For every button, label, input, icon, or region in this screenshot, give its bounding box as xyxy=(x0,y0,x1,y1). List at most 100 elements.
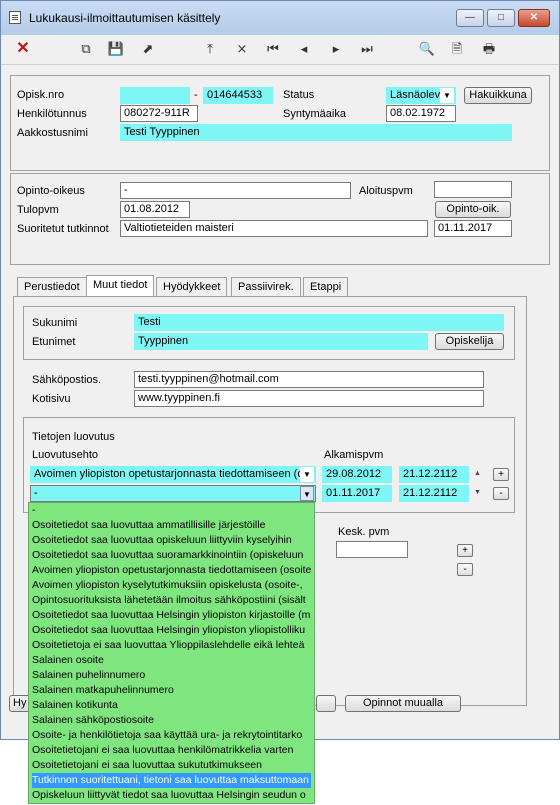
dropdown-option[interactable]: Avoimen yliopiston kyselytutkimuksiin op… xyxy=(32,578,314,593)
suoritetut-date-field[interactable]: 01.11.2017 xyxy=(434,220,512,237)
dropdown-option[interactable]: Osoitetietojani ei saa luovuttaa sukutut… xyxy=(32,758,314,773)
sukunimi-field[interactable]: Testi xyxy=(134,314,504,331)
opinto-oikeus-field[interactable]: - xyxy=(120,182,351,199)
aakkostusnimi-label: Aakkostusnimi xyxy=(17,127,88,139)
tab-perustiedot[interactable]: Perustiedot xyxy=(17,277,87,296)
opisknro-prefix-field[interactable] xyxy=(120,87,190,104)
dropdown-option[interactable]: Avoimen yliopiston opetustarjonnasta tie… xyxy=(32,563,314,578)
luovutusehto-value-2: - xyxy=(34,487,38,499)
status-value: Läsnäolev xyxy=(390,89,441,101)
dropdown-option[interactable]: Opiskeluun liittyvät tiedot saa luovutta… xyxy=(32,788,314,803)
kesk-pvm-label: Kesk. pvm xyxy=(338,526,390,538)
opisknro-field[interactable]: 014644533 xyxy=(203,87,273,104)
dropdown-option[interactable]: Osoitetiedot saa luovuttaa suoramarkkino… xyxy=(32,548,314,563)
dropdown-option[interactable]: Salainen osoite xyxy=(32,653,314,668)
scroll-up-icon[interactable]: ▲ xyxy=(474,470,481,477)
lower-add-button[interactable]: + xyxy=(457,544,473,557)
luovutusehto-select-2[interactable]: - xyxy=(30,485,316,502)
tab-hyodykkeet[interactable]: Hyödykkeet xyxy=(156,277,228,296)
dropdown-option[interactable]: Osoitetietoja ei saa luovuttaa Ylioppila… xyxy=(32,638,314,653)
opinto-oik-button[interactable]: Opinto-oik. xyxy=(435,201,511,218)
add-row-button[interactable]: + xyxy=(493,468,509,481)
print-icon[interactable]: 🖶 xyxy=(480,40,498,58)
save-icon[interactable]: 💾 xyxy=(107,40,125,58)
tab-etappi[interactable]: Etappi xyxy=(303,277,349,296)
paattymispvm-field-2[interactable]: 21.12.2112 xyxy=(399,485,469,502)
etunimet-field[interactable]: Tyyppinen xyxy=(134,333,428,350)
dropdown-option[interactable]: Osoitetiedot saa luovuttaa Helsingin yli… xyxy=(32,608,314,623)
dropdown-option[interactable]: Opintosuorituksista lähetetään ilmoitus … xyxy=(32,593,314,608)
lower-remove-button[interactable]: - xyxy=(457,563,473,576)
search-icon[interactable]: 🔍 xyxy=(418,40,436,58)
suoritetut-tutkinnot-field[interactable]: Valtiotieteiden maisteri xyxy=(120,220,428,237)
dropdown-option[interactable]: Salainen puhelinnumero xyxy=(32,668,314,683)
luovutusehto-dropdown-icon-2[interactable]: ▼ xyxy=(300,486,314,501)
luovutusehto-column-header: Luovutusehto xyxy=(32,449,99,461)
nav-delete-icon[interactable]: ⨯ xyxy=(233,40,251,58)
luovutusehto-value-1: Avoimen yliopiston opetustarjonnasta tie… xyxy=(34,468,304,480)
scroll-down-icon[interactable]: ▼ xyxy=(474,489,481,496)
copy-icon[interactable]: ⧉ xyxy=(77,40,95,58)
aloituspvm-label: Aloituspvm xyxy=(359,185,413,197)
hakuikkuna-button[interactable]: Hakuikkuna xyxy=(464,87,532,104)
tab-muut-tiedot[interactable]: Muut tiedot xyxy=(86,275,155,297)
alkamispvm-field-2[interactable]: 01.11.2017 xyxy=(322,485,392,502)
dropdown-option-selected[interactable]: Tutkinnon suoritettuani, tietoni saa luo… xyxy=(32,773,314,788)
dropdown-option[interactable]: Salainen kotikunta xyxy=(32,698,314,713)
nav-last-icon[interactable]: ⏭ xyxy=(358,40,376,58)
dropdown-option[interactable]: Salainen matkapuhelinnumero xyxy=(32,683,314,698)
maximize-button[interactable]: □ xyxy=(487,9,515,27)
email-field[interactable]: testi.tyyppinen@hotmail.com xyxy=(134,371,484,388)
status-label: Status xyxy=(283,89,315,101)
dropdown-option[interactable]: Osoitetiedot saa luovuttaa ammatillisill… xyxy=(32,518,314,533)
window-title: Lukukausi-ilmoittautumisen käsittely xyxy=(29,11,221,25)
henkilotunnus-field[interactable]: 080272-911R xyxy=(120,105,198,122)
close-x-icon[interactable]: ✕ xyxy=(14,40,32,58)
opinto-oikeus-label: Opinto-oikeus xyxy=(17,185,85,197)
documents-icon[interactable]: 🗎 xyxy=(448,40,466,58)
dropdown-option[interactable]: Osoitetiedot saa luovuttaa Helsingin yli… xyxy=(32,623,314,638)
homepage-label: Kotisivu xyxy=(32,393,71,405)
opinnot-muualla-button[interactable]: Opinnot muualla xyxy=(345,695,461,712)
luovutusehto-dropdown-list: - Osoitetiedot saa luovuttaa ammatillisi… xyxy=(28,502,315,804)
dropdown-option[interactable]: Salainen sähköpostiosoite xyxy=(32,713,314,728)
nav-prev-icon[interactable]: ◂ xyxy=(295,40,313,58)
minimize-button[interactable]: — xyxy=(456,9,484,27)
email-label: Sähköpostios. xyxy=(32,374,102,386)
syntymaaika-label: Syntymäaika xyxy=(283,108,346,120)
kesk-pvm-field[interactable] xyxy=(336,541,408,558)
hidden-button[interactable] xyxy=(316,695,336,712)
tulopvm-field[interactable]: 01.08.2012 xyxy=(120,201,190,218)
export-icon[interactable]: ⬈ xyxy=(139,40,157,58)
dropdown-option[interactable]: - xyxy=(32,503,314,518)
alkamispvm-field-1[interactable]: 29.08.2012 xyxy=(322,466,392,483)
paattymispvm-field-1[interactable]: 21.12.2112 xyxy=(399,466,469,483)
app-icon xyxy=(9,11,21,24)
luovutus-title: Tietojen luovutus xyxy=(32,431,115,443)
etunimet-label: Etunimet xyxy=(32,336,76,348)
toolbar: ✕ ⧉ 💾 ⬈ ⤒ ⨯ ⏮ ◂ ▸ ⏭ 🔍 🗎 🖶 xyxy=(1,35,559,65)
close-window-button[interactable]: ✕ xyxy=(518,9,550,27)
homepage-field[interactable]: www.tyyppinen.fi xyxy=(134,390,484,407)
sukunimi-label: Sukunimi xyxy=(32,317,78,329)
opisknro-dash: - xyxy=(194,89,198,101)
remove-row-button[interactable]: - xyxy=(493,487,509,500)
dropdown-option[interactable]: Osoitetietojani ei saa luovuttaa henkilö… xyxy=(32,743,314,758)
title-bar[interactable]: Lukukausi-ilmoittautumisen käsittely — □… xyxy=(1,1,559,35)
nav-first-icon[interactable]: ⤒ xyxy=(201,40,219,58)
dropdown-option[interactable]: Osoite- ja henkilötietoja saa käyttää ur… xyxy=(32,728,314,743)
aakkostusnimi-field[interactable]: Testi Tyyppinen xyxy=(120,124,512,141)
dropdown-scrollbar[interactable] xyxy=(311,503,314,803)
luovutusehto-select-1[interactable]: Avoimen yliopiston opetustarjonnasta tie… xyxy=(30,466,316,483)
aloituspvm-field[interactable] xyxy=(434,181,512,198)
opiskelija-button[interactable]: Opiskelija xyxy=(435,333,504,350)
dropdown-option[interactable]: Osoitetiedot saa luovuttaa opiskeluun li… xyxy=(32,533,314,548)
status-dropdown-icon[interactable]: ▼ xyxy=(440,88,454,103)
tab-passiivirek[interactable]: Passiivirek. xyxy=(231,277,301,296)
suoritetut-tutkinnot-label: Suoritetut tutkinnot xyxy=(17,223,109,235)
luovutusehto-dropdown-icon-1[interactable]: ▼ xyxy=(300,467,314,482)
syntymaaika-field[interactable]: 08.02.1972 xyxy=(386,105,456,122)
tulopvm-label: Tulopvm xyxy=(17,204,59,216)
nav-begin-icon[interactable]: ⏮ xyxy=(264,40,282,58)
nav-next-icon[interactable]: ▸ xyxy=(327,40,345,58)
